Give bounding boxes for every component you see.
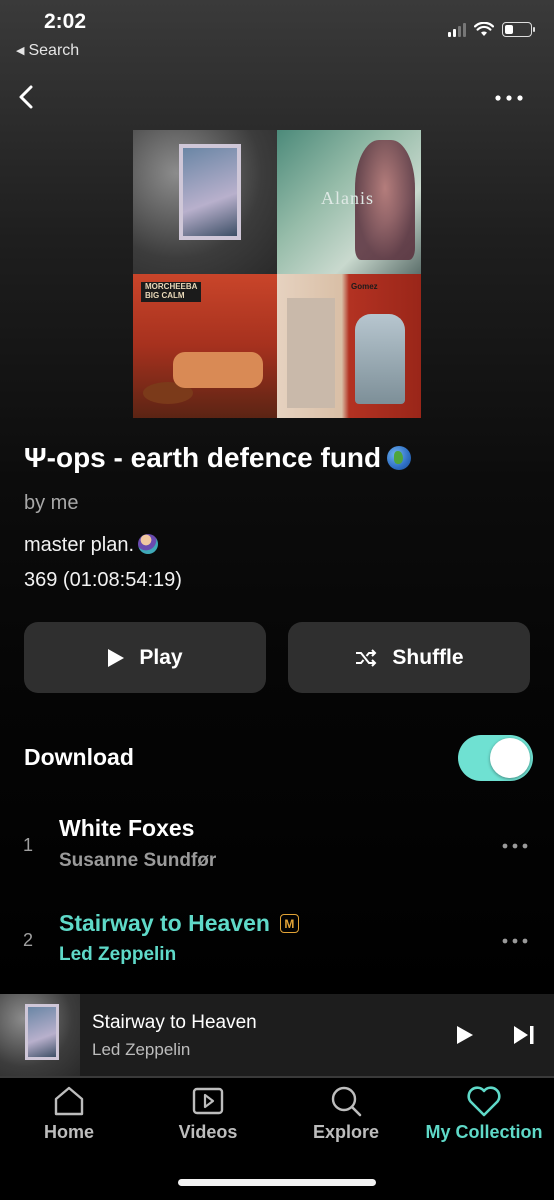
now-playing-bar[interactable]: Stairway to Heaven Led Zeppelin: [0, 994, 554, 1078]
album-cover-3-text: MORCHEEBA: [145, 282, 198, 291]
album-cover-3: MORCHEEBA BIG CALM: [133, 274, 277, 418]
status-time: 2:02: [44, 10, 87, 33]
track-title-playing[interactable]: Stairway to Heaven M: [59, 910, 299, 937]
tab-videos[interactable]: Videos: [139, 1084, 277, 1143]
track-artist: Susanne Sundfør: [59, 850, 217, 871]
play-icon: [108, 648, 125, 667]
home-icon: [54, 1086, 84, 1116]
album-cover-3-subtext: BIG CALM: [145, 290, 185, 300]
download-toggle[interactable]: [458, 735, 533, 781]
search-icon: [331, 1086, 362, 1117]
tab-home[interactable]: Home: [0, 1084, 138, 1143]
track-more-icon[interactable]: [502, 842, 528, 850]
now-playing-artist: Led Zeppelin: [92, 1040, 191, 1059]
track-title[interactable]: White Foxes: [59, 815, 194, 842]
download-label: Download: [24, 744, 134, 770]
tab-my-collection-label: My Collection: [425, 1122, 543, 1142]
playlist-artwork: Alanis MORCHEEBA BIG CALM Gomez: [133, 130, 421, 418]
album-cover-4: Gomez: [277, 274, 421, 418]
wifi-icon: [474, 22, 494, 36]
back-chevron-icon[interactable]: [14, 84, 40, 110]
track-more-icon[interactable]: [502, 937, 528, 945]
playlist-owner: by me: [24, 492, 79, 514]
back-triangle-icon: ◀: [16, 45, 25, 57]
play-button-label: Play: [139, 645, 183, 669]
status-icons: [448, 22, 535, 37]
album-cover-2-text: Alanis: [321, 188, 374, 208]
tab-explore-label: Explore: [312, 1122, 380, 1142]
tab-explore[interactable]: Explore: [277, 1084, 415, 1143]
playlist-description: master plan.: [24, 534, 159, 557]
track-number: 2: [23, 930, 34, 950]
now-playing-title: Stairway to Heaven: [92, 1012, 257, 1033]
tab-videos-label: Videos: [178, 1122, 238, 1142]
video-icon: [192, 1087, 224, 1115]
shuffle-button[interactable]: Shuffle: [288, 622, 530, 693]
track-artist-playing: Led Zeppelin: [59, 944, 177, 965]
album-cover-2: Alanis: [277, 130, 421, 274]
track-number: 1: [23, 835, 34, 855]
now-playing-artwork: [0, 994, 80, 1076]
back-to-search-link[interactable]: ◀ Search: [16, 42, 79, 60]
more-options-icon[interactable]: [494, 93, 524, 103]
globe-emoji-icon: [387, 446, 412, 470]
skip-next-icon[interactable]: [513, 1025, 535, 1045]
master-quality-badge: M: [279, 914, 299, 933]
toggle-knob: [490, 738, 530, 778]
mermaid-emoji-icon: [138, 534, 159, 554]
album-cover-1: [133, 130, 277, 274]
shuffle-button-label: Shuffle: [392, 645, 464, 669]
heart-icon: [467, 1086, 501, 1117]
back-to-search-label: Search: [28, 42, 80, 59]
signal-icon: [448, 22, 466, 37]
tab-home-label: Home: [43, 1122, 94, 1142]
home-indicator: [178, 1179, 376, 1186]
tab-my-collection[interactable]: My Collection: [415, 1084, 553, 1143]
album-cover-4-text: Gomez: [351, 282, 378, 291]
playlist-title: Ψ-ops - earth defence fund: [24, 442, 412, 474]
play-icon[interactable]: [456, 1025, 474, 1045]
play-button[interactable]: Play: [24, 622, 266, 693]
playlist-stats: 369 (01:08:54:19): [24, 569, 182, 591]
battery-icon: [502, 22, 535, 37]
shuffle-icon: [356, 648, 377, 667]
